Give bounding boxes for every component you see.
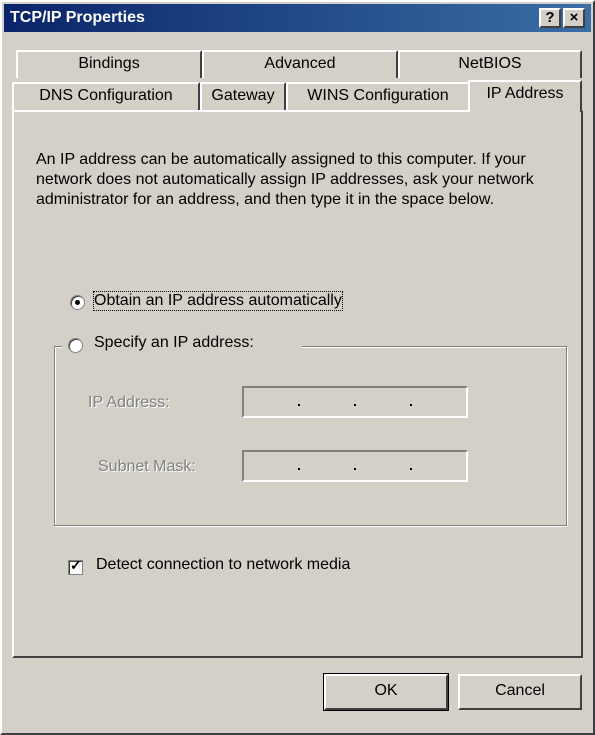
subnet-mask-field[interactable]: [242, 450, 468, 482]
specify-ip-radio[interactable]: [68, 338, 83, 353]
octet-separator: [298, 404, 300, 406]
ip-address-label: IP Address:: [88, 394, 170, 411]
octet-separator: [298, 468, 300, 470]
radio-selected-dot: [75, 300, 80, 305]
octet-separator: [410, 468, 412, 470]
tab-dns-configuration[interactable]: DNS Configuration: [12, 82, 200, 110]
detect-connection-checkbox[interactable]: ✓: [68, 557, 83, 575]
obtain-auto-radio[interactable]: [70, 295, 85, 310]
octet-separator: [354, 404, 356, 406]
help-button[interactable]: ?: [539, 8, 561, 28]
ok-button[interactable]: OK: [323, 673, 449, 711]
tab-ip-address[interactable]: IP Address: [468, 80, 582, 112]
description-text: An IP address can be automatically assig…: [36, 151, 534, 208]
close-button[interactable]: ×: [563, 8, 585, 28]
ip-address-panel: An IP address can be automatically assig…: [12, 110, 583, 658]
window-title: TCP/IP Properties: [10, 9, 145, 26]
tab-wins-configuration[interactable]: WINS Configuration: [286, 82, 470, 110]
cancel-button[interactable]: Cancel: [458, 674, 582, 710]
tab-gateway[interactable]: Gateway: [200, 82, 286, 110]
detect-connection-label[interactable]: Detect connection to network media: [96, 556, 350, 574]
tab-bindings[interactable]: Bindings: [16, 50, 202, 78]
obtain-auto-label[interactable]: Obtain an IP address automatically: [93, 291, 343, 311]
tab-netbios[interactable]: NetBIOS: [398, 50, 582, 78]
title-bar[interactable]: TCP/IP Properties ? ×: [4, 4, 591, 32]
tab-advanced[interactable]: Advanced: [202, 50, 398, 78]
octet-separator: [410, 404, 412, 406]
specify-ip-groupbox: [54, 346, 567, 526]
ip-address-field[interactable]: [242, 386, 468, 418]
octet-separator: [354, 468, 356, 470]
subnet-mask-label: Subnet Mask:: [98, 458, 196, 475]
specify-ip-label[interactable]: Specify an IP address:: [94, 334, 254, 352]
tcpip-properties-dialog: TCP/IP Properties ? × Bindings Advanced …: [0, 0, 595, 735]
checkmark-icon: ✓: [70, 557, 82, 573]
